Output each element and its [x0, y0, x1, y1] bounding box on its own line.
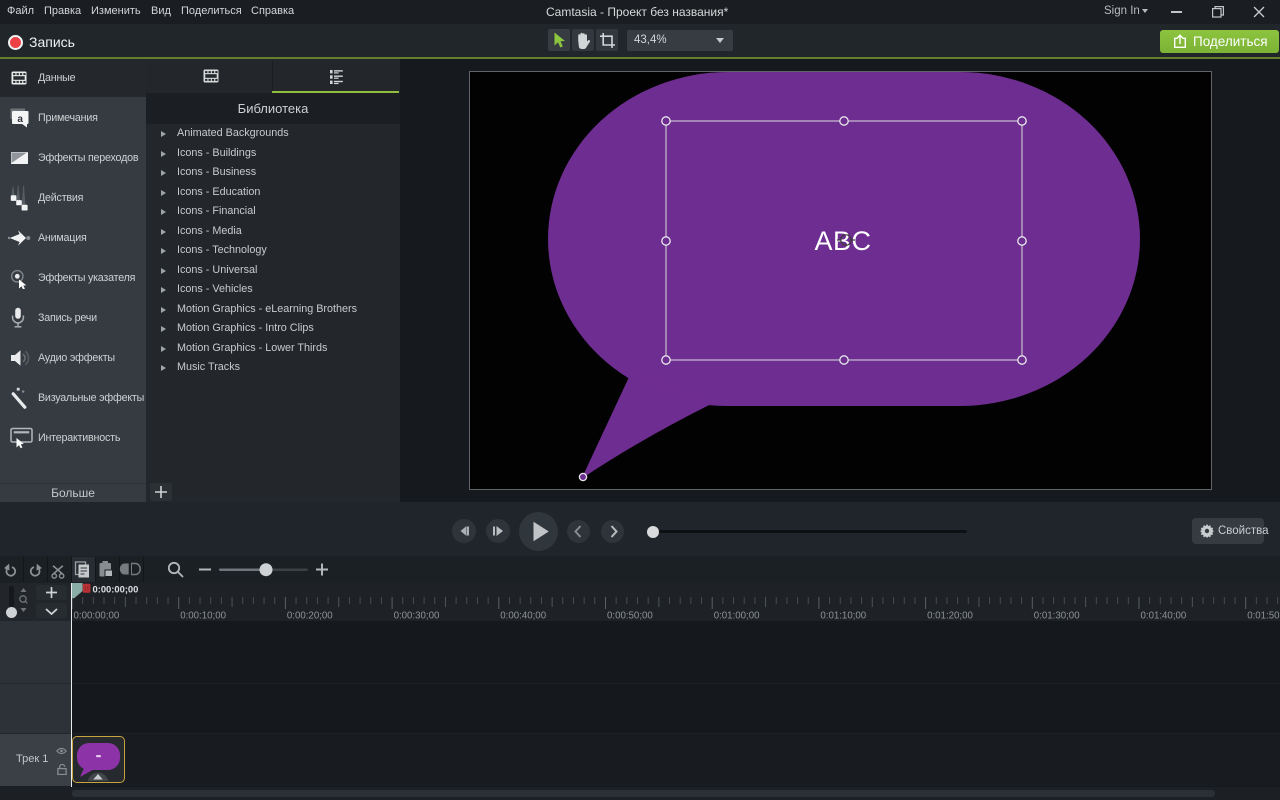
- svg-text:ABC: ABC: [814, 226, 871, 256]
- svg-text:0:00:10;00: 0:00:10;00: [180, 611, 226, 622]
- svg-text:a: a: [17, 114, 23, 125]
- svg-text:0:00:30;00: 0:00:30;00: [394, 611, 440, 622]
- svg-text:0:01:50;00: 0:01:50;00: [1247, 611, 1280, 622]
- svg-text:0:00:40;00: 0:00:40;00: [500, 611, 546, 622]
- svg-text:0:00:20;00: 0:00:20;00: [287, 611, 333, 622]
- svg-text:0:00:00;00: 0:00:00;00: [93, 583, 139, 594]
- svg-text:0:00:00;00: 0:00:00;00: [74, 611, 120, 622]
- svg-text:0:01:40;00: 0:01:40;00: [1141, 611, 1187, 622]
- svg-text:0:00:50;00: 0:00:50;00: [607, 611, 653, 622]
- svg-text:0:01:30;00: 0:01:30;00: [1034, 611, 1080, 622]
- svg-text:0:01:20;00: 0:01:20;00: [927, 611, 973, 622]
- svg-text:0:01:00;00: 0:01:00;00: [714, 611, 760, 622]
- svg-text:0:01:10;00: 0:01:10;00: [820, 611, 866, 622]
